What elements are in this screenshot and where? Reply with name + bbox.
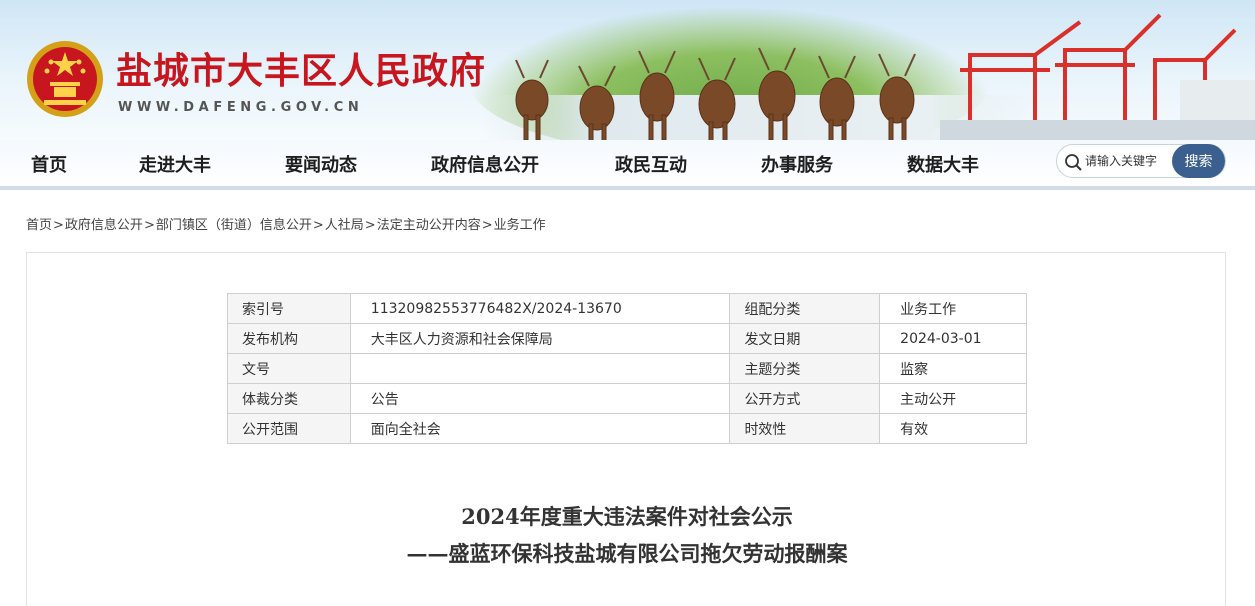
meta-value: 业务工作 (879, 293, 1027, 324)
meta-key: 公开方式 (729, 383, 881, 414)
document-meta-table: 索引号 11320982553776482X/2024-13670 组配分类 业… (227, 293, 1027, 444)
meta-value: 面向全社会 (349, 413, 731, 444)
meta-key: 文号 (227, 353, 351, 384)
breadcrumb-separator: > (312, 218, 324, 233)
article-title: 2024年度重大违法案件对社会公示 (461, 504, 793, 529)
breadcrumb-hrss[interactable]: 人社局 (325, 218, 364, 233)
meta-key: 发布机构 (227, 323, 351, 354)
breadcrumb-separator: > (53, 218, 64, 233)
deer-herd-image (515, 47, 916, 140)
meta-key: 体裁分类 (227, 383, 351, 414)
meta-value (349, 353, 731, 384)
meta-value: 监察 (879, 353, 1027, 384)
meta-value: 大丰区人力资源和社会保障局 (349, 323, 731, 354)
nav-item-data[interactable]: 数据大丰 (907, 151, 979, 177)
port-cranes-image (940, 13, 1255, 140)
nav-item-about[interactable]: 走进大丰 (139, 151, 211, 177)
meta-key: 发文日期 (729, 323, 881, 354)
meta-key: 公开范围 (227, 413, 351, 444)
breadcrumb-separator: > (143, 218, 155, 233)
nav-item-home[interactable]: 首页 (31, 151, 67, 177)
meta-value: 公告 (349, 383, 731, 414)
site-url: WWW.DAFENG.GOV.CN (118, 100, 364, 115)
nav-item-interaction[interactable]: 政民互动 (615, 151, 687, 177)
article-subtitle: ——盛蓝环保科技盐城有限公司拖欠劳动报酬案 (406, 541, 848, 566)
nav-item-services[interactable]: 办事服务 (761, 151, 833, 177)
breadcrumb-home[interactable]: 首页 (26, 218, 52, 233)
search-icon[interactable] (1063, 152, 1083, 172)
meta-value: 有效 (879, 413, 1027, 444)
table-row: 发布机构 大丰区人力资源和社会保障局 发文日期 2024-03-01 (227, 323, 1027, 354)
meta-key: 时效性 (729, 413, 881, 444)
breadcrumb-department[interactable]: 部门镇区（街道）信息公开 (156, 218, 312, 233)
site-title: 盐城市大丰区人民政府 (116, 51, 487, 92)
table-row: 文号 主题分类 监察 (227, 353, 1027, 384)
search-input[interactable] (1085, 151, 1171, 171)
national-emblem-icon (27, 41, 103, 117)
breadcrumb-business[interactable]: 业务工作 (494, 218, 546, 233)
breadcrumb: 首页>政府信息公开>部门镇区（街道）信息公开>人社局>法定主动公开内容>业务工作 (26, 214, 546, 233)
breadcrumb-separator: > (481, 218, 493, 233)
meta-key: 组配分类 (729, 293, 881, 324)
nav-divider (0, 186, 1255, 190)
nav-item-news[interactable]: 要闻动态 (285, 151, 357, 177)
table-row: 索引号 11320982553776482X/2024-13670 组配分类 业… (227, 293, 1027, 324)
meta-key: 主题分类 (729, 353, 881, 384)
meta-value: 主动公开 (879, 383, 1027, 414)
breadcrumb-statutory[interactable]: 法定主动公开内容 (377, 218, 481, 233)
meta-key: 索引号 (227, 293, 351, 324)
breadcrumb-gov-info[interactable]: 政府信息公开 (65, 218, 143, 233)
search-button[interactable]: 搜索 (1172, 144, 1225, 178)
header-banner: 盐城市大丰区人民政府 WWW.DAFENG.GOV.CN (0, 0, 1255, 140)
breadcrumb-separator: > (364, 218, 376, 233)
table-row: 公开范围 面向全社会 时效性 有效 (227, 413, 1027, 444)
meta-value: 11320982553776482X/2024-13670 (349, 293, 731, 324)
table-row: 体裁分类 公告 公开方式 主动公开 (227, 383, 1027, 414)
nav-item-gov-info[interactable]: 政府信息公开 (431, 151, 539, 177)
search-box: 搜索 (1056, 144, 1226, 178)
content-panel: 索引号 11320982553776482X/2024-13670 组配分类 业… (26, 252, 1226, 606)
meta-value: 2024-03-01 (879, 323, 1027, 354)
